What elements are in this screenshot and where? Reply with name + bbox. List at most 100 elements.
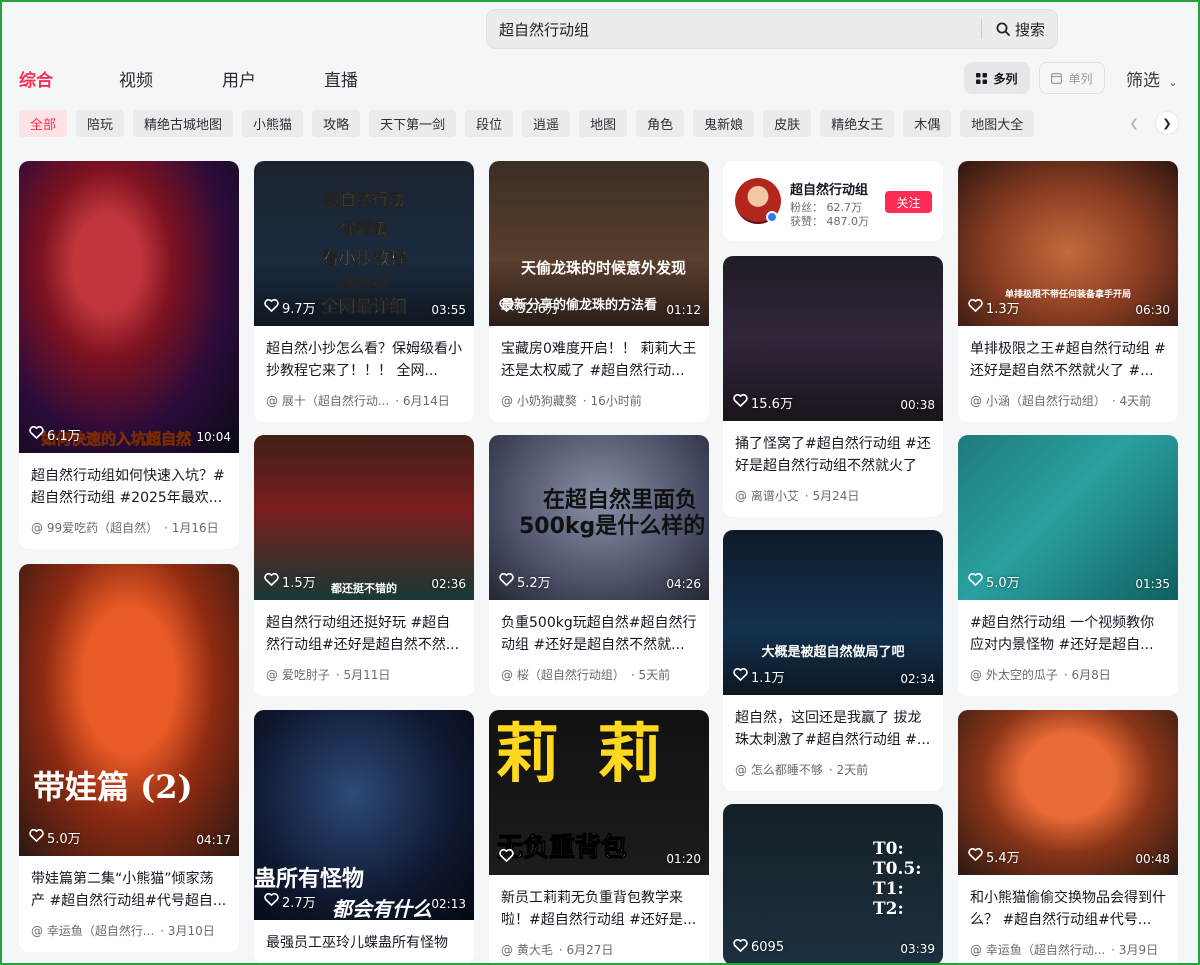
video-thumbnail[interactable]: 5.0万 01:35: [958, 435, 1178, 600]
chip-14[interactable]: 地图大全: [960, 110, 1035, 137]
video-title[interactable]: 超自然，这回还是我赢了 拔龙珠太刺激了#超自然行动组 #...: [735, 707, 931, 751]
video-date: · 4天前: [1111, 394, 1152, 408]
verified-icon: [766, 211, 778, 223]
video-card[interactable]: 超自然行动 保姆级 看小抄教程 内有小抄 全网最详细 9.7万 03:55 超自然小抄怎么看？…: [254, 161, 474, 422]
chevron-left-icon[interactable]: ❮: [1123, 112, 1145, 134]
video-title[interactable]: 超自然行动组如何快速入坑？#超自然行动组 #2025年最欢...: [31, 465, 227, 509]
video-title[interactable]: 和小熊猫偷偷交换物品会得到什么？ #超自然行动组#代号...: [970, 887, 1166, 931]
video-author[interactable]: @ 外太空的瓜子: [970, 666, 1058, 683]
video-title[interactable]: 超自然行动组还挺好玩 #超自然行动组#还好是超自然不然...: [266, 612, 462, 656]
video-card[interactable]: 如何快速的入坑超自然 6.1万 10:04 超自然行动组如何快速入坑？#超自然行动组 …: [19, 161, 239, 549]
video-card[interactable]: 莉 莉无负重背包 01:20 新员工莉莉无负重背包教学来啦！#超自然行动组 #还好是…: [489, 710, 709, 965]
video-author[interactable]: @ 幸运鱼（超自然行...: [31, 922, 154, 939]
tab-live[interactable]: 直播: [324, 66, 358, 91]
chip-1[interactable]: 陪玩: [76, 110, 125, 137]
video-duration: 00:38: [900, 398, 935, 412]
chip-12[interactable]: 精绝女王: [820, 110, 895, 137]
video-overlay-text: 超自然行动: [323, 190, 405, 209]
video-card[interactable]: 5.4万 00:48 和小熊猫偷偷交换物品会得到什么？ #超自然行动组#代号... @…: [958, 710, 1178, 965]
video-card[interactable]: T0: T0.5: T1: T2: 6095 03:39: [723, 804, 943, 965]
chip-0[interactable]: 全部: [19, 110, 68, 137]
video-title[interactable]: #超自然行动组 一个视频教你应对内景怪物 #还好是超自...: [970, 612, 1166, 656]
video-thumbnail[interactable]: T0: T0.5: T1: T2: 6095 03:39: [723, 804, 943, 965]
likes-count: 6.1万: [47, 429, 81, 444]
video-card[interactable]: 15.6万 00:38 捅了怪窝了#超自然行动组 #还好是超自然行动组不然就火了 @ …: [723, 256, 943, 517]
likes-count: 1.3万: [986, 302, 1020, 317]
chevron-right-icon[interactable]: ❯: [1156, 112, 1178, 134]
video-thumbnail[interactable]: 莉 莉无负重背包 01:20: [489, 710, 709, 875]
chip-13[interactable]: 木偶: [903, 110, 952, 137]
video-likes: 32.6万: [499, 298, 559, 317]
chip-9[interactable]: 角色: [636, 110, 685, 137]
chip-8[interactable]: 地图: [579, 110, 628, 137]
chip-2[interactable]: 精绝古城地图: [133, 110, 234, 137]
chip-10[interactable]: 鬼新娘: [693, 110, 755, 137]
video-thumbnail[interactable]: 都还挺不错的 1.5万 02:36: [254, 435, 474, 600]
video-duration: 01:12: [666, 303, 701, 317]
video-card[interactable]: 在超自然里面负 500kg是什么样的 5.2万 04:26 负重500kg玩超自然#超自…: [489, 435, 709, 696]
video-thumbnail[interactable]: 带娃篇 (2) 5.0万 04:17: [19, 564, 239, 856]
video-thumbnail[interactable]: 大概是被超自然做局了吧 1.1万 02:34: [723, 530, 943, 695]
video-card[interactable]: 5.0万 01:35 #超自然行动组 一个视频教你应对内景怪物 #还好是超自... @…: [958, 435, 1178, 696]
tab-all[interactable]: 综合: [19, 66, 53, 91]
video-thumbnail[interactable]: 超自然行动 保姆级 看小抄教程 内有小抄 全网最详细 9.7万 03:55: [254, 161, 474, 326]
multi-column-button[interactable]: 多列: [964, 62, 1030, 94]
video-author[interactable]: @ 爱吃肘子: [266, 666, 330, 683]
video-card[interactable]: 带娃篇 (2) 5.0万 04:17 带娃篇第二集“小熊猫”倾家荡产 #超自然行动组#…: [19, 564, 239, 952]
video-author[interactable]: @ 怎么都睡不够: [735, 761, 823, 778]
video-thumbnail[interactable]: 蛊所有怪物 都会有什么 2.7万 02:13: [254, 710, 474, 920]
video-author[interactable]: @ 小奶狗藏獒: [501, 392, 577, 409]
video-card[interactable]: 都还挺不错的 1.5万 02:36 超自然行动组还挺好玩 #超自然行动组#还好是超自然…: [254, 435, 474, 696]
heart-icon: [264, 892, 279, 910]
video-card[interactable]: 单排极限不带任何装备拿手开局 1.3万 06:30 单排极限之王#超自然行动组 #还好…: [958, 161, 1178, 422]
chip-3[interactable]: 小熊猫: [242, 110, 304, 137]
tab-users[interactable]: 用户: [222, 66, 256, 91]
video-title[interactable]: 捅了怪窝了#超自然行动组 #还好是超自然行动组不然就火了: [735, 433, 931, 477]
chip-4[interactable]: 攻略: [312, 110, 361, 137]
single-column-button[interactable]: 单列: [1039, 62, 1105, 94]
video-meta: @ 黄大毛 · 6月27日: [501, 941, 697, 958]
video-author[interactable]: @ 幸运鱼（超自然行动...: [970, 941, 1105, 958]
video-card[interactable]: 大概是被超自然做局了吧 1.1万 02:34 超自然，这回还是我赢了 拔龙珠太刺激了#…: [723, 530, 943, 791]
video-likes: 1.3万: [968, 298, 1020, 317]
filter-button[interactable]: 筛选 ⌄: [1126, 66, 1178, 91]
video-thumbnail[interactable]: 15.6万 00:38: [723, 256, 943, 421]
video-card[interactable]: 蛊所有怪物 都会有什么 2.7万 02:13 最强员工巫玲儿蝶蛊所有怪物: [254, 710, 474, 964]
heart-icon: [499, 298, 514, 316]
video-author[interactable]: @ 展十（超自然行动...: [266, 392, 389, 409]
multi-column-label: 多列: [993, 71, 1018, 86]
search-button[interactable]: 搜索: [982, 10, 1057, 48]
video-date: · 16小时前: [582, 394, 642, 408]
heart-icon: [733, 667, 748, 685]
video-thumbnail[interactable]: 单排极限不带任何装备拿手开局 1.3万 06:30: [958, 161, 1178, 326]
video-author[interactable]: @ 小涵（超自然行动组）: [970, 392, 1106, 409]
video-title[interactable]: 超自然小抄怎么看？保姆级看小抄教程它来了！！！ 全网...: [266, 338, 462, 382]
video-meta: @ 小奶狗藏獒 · 16小时前: [501, 392, 697, 409]
video-title[interactable]: 最强员工巫玲儿蝶蛊所有怪物: [266, 932, 462, 964]
tab-video[interactable]: 视频: [119, 66, 153, 91]
video-author[interactable]: @ 黄大毛: [501, 941, 553, 958]
video-author[interactable]: @ 桜（超自然行动组）: [501, 666, 625, 683]
video-title[interactable]: 宝藏房0难度开启！！ 莉莉大王还是太权威了 #超自然行动...: [501, 338, 697, 382]
chip-7[interactable]: 逍遥: [522, 110, 571, 137]
video-likes: 6095: [733, 938, 784, 956]
video-overlay-text: 看小抄教程: [321, 249, 407, 269]
video-card[interactable]: 天偷龙珠的时候意外发现 最新分享的偷龙珠的方法看 32.6万 01:12 宝藏房0难度开…: [489, 161, 709, 422]
video-title[interactable]: 负重500kg玩超自然#超自然行动组 #还好是超自然不然就...: [501, 612, 697, 656]
video-thumbnail[interactable]: 天偷龙珠的时候意外发现 最新分享的偷龙珠的方法看 32.6万 01:12: [489, 161, 709, 326]
video-author[interactable]: @ 离谱小艾: [735, 487, 799, 504]
video-thumbnail[interactable]: 在超自然里面负 500kg是什么样的 5.2万 04:26: [489, 435, 709, 600]
chip-5[interactable]: 天下第一剑: [369, 110, 457, 137]
video-title[interactable]: 单排极限之王#超自然行动组 #还好是超自然不然就火了 #...: [970, 338, 1166, 382]
chip-6[interactable]: 段位: [465, 110, 514, 137]
follow-button[interactable]: 关注: [885, 191, 932, 213]
video-title[interactable]: 带娃篇第二集“小熊猫”倾家荡产 #超自然行动组#代号超自...: [31, 868, 227, 912]
search-input[interactable]: [487, 10, 981, 48]
video-title[interactable]: 新员工莉莉无负重背包教学来啦！#超自然行动组 #还好是...: [501, 887, 697, 931]
video-thumbnail[interactable]: 如何快速的入坑超自然 6.1万 10:04: [19, 161, 239, 453]
video-author[interactable]: @ 99爱吃药（超自然）: [31, 519, 158, 536]
single-column-label: 单列: [1068, 71, 1093, 86]
video-thumbnail[interactable]: 5.4万 00:48: [958, 710, 1178, 875]
search-bar: 搜索: [486, 9, 1058, 49]
chip-11[interactable]: 皮肤: [763, 110, 812, 137]
